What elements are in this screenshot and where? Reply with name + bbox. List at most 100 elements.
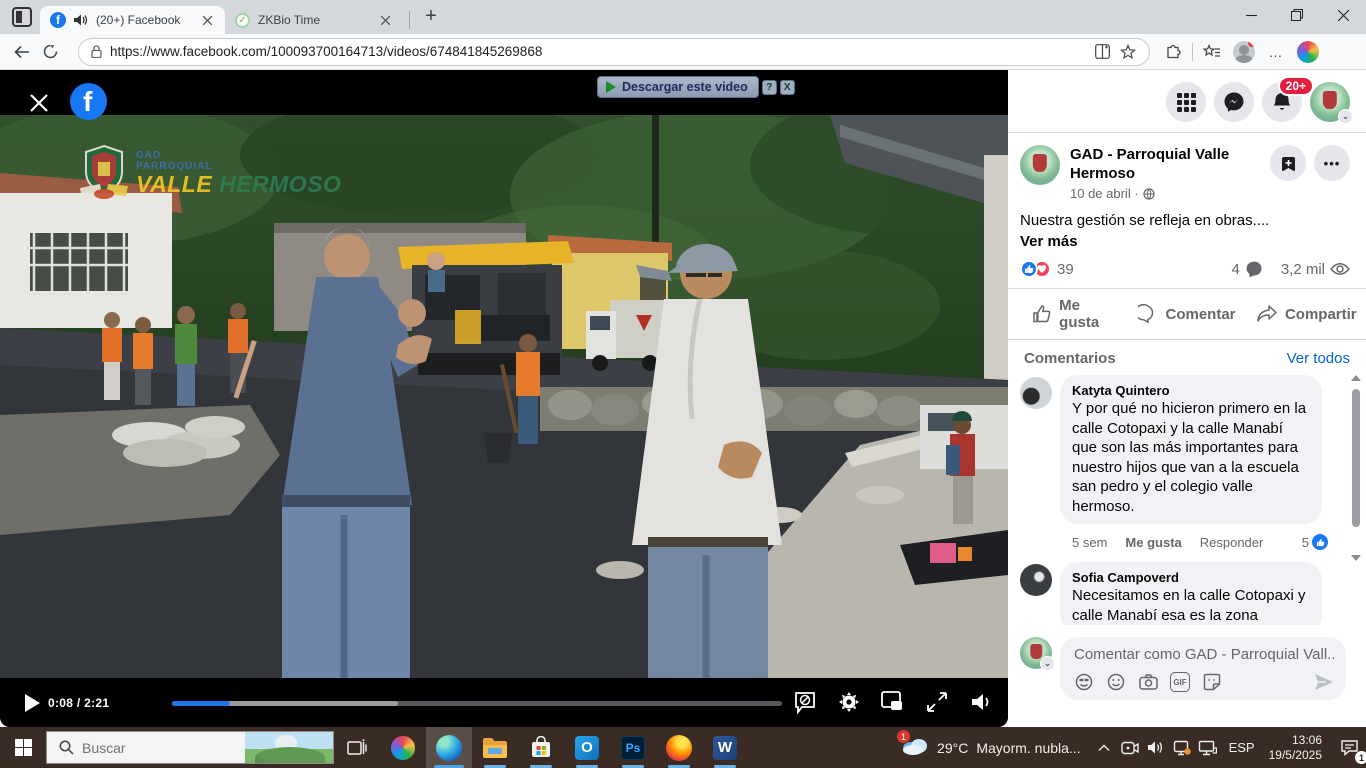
post-date[interactable]: 10 de abril ·: [1070, 186, 1270, 201]
favorite-star-icon[interactable]: [1115, 39, 1141, 65]
notification-center-button[interactable]: 1: [1332, 727, 1366, 768]
camera-icon[interactable]: [1138, 672, 1158, 692]
post-author-name[interactable]: GAD - Parroquial Valle Hermoso: [1070, 145, 1270, 183]
download-help-button[interactable]: ?: [762, 80, 777, 95]
like-button[interactable]: Me gusta: [1008, 289, 1127, 339]
facebook-logo[interactable]: f: [70, 83, 107, 120]
back-button[interactable]: [8, 38, 36, 66]
tab-title: (20+) Facebook: [96, 13, 191, 27]
language-indicator[interactable]: ESP: [1221, 740, 1263, 755]
taskbar-store-button[interactable]: [518, 727, 564, 768]
comments-scrollbar[interactable]: [1350, 375, 1362, 561]
tab-close-icon[interactable]: [377, 12, 393, 28]
scrollbar-thumb[interactable]: [1352, 389, 1360, 527]
save-video-button[interactable]: [1270, 145, 1306, 181]
settings-gear-icon[interactable]: [834, 686, 864, 718]
search-input[interactable]: [82, 740, 232, 756]
post-more-button[interactable]: •••: [1314, 145, 1350, 181]
video-close-icon[interactable]: [30, 94, 48, 112]
taskbar-explorer-button[interactable]: [472, 727, 518, 768]
sticker-icon[interactable]: [1202, 672, 1222, 692]
volume-tray-button[interactable]: [1143, 727, 1169, 768]
comment-bubble[interactable]: Katyta Quintero Y por qué no hicieron pr…: [1060, 375, 1322, 524]
split-screen-icon[interactable]: [1089, 39, 1115, 65]
profile-alert-dot: [1248, 41, 1255, 47]
taskbar-firefox-button[interactable]: [656, 727, 702, 768]
collections-icon[interactable]: [1199, 39, 1225, 65]
facebook-nav: 20+ ⌄: [1008, 70, 1366, 132]
comment-like-link[interactable]: Me gusta: [1125, 535, 1181, 550]
profile-avatar[interactable]: [1231, 39, 1257, 65]
see-more-link[interactable]: Ver más: [1020, 233, 1350, 250]
apps-menu-button[interactable]: [1166, 82, 1206, 122]
meet-now-button[interactable]: [1117, 727, 1143, 768]
network-button[interactable]: [1195, 727, 1221, 768]
commenter-avatar[interactable]: [1020, 377, 1052, 409]
composer-avatar[interactable]: ⌄: [1020, 637, 1052, 669]
gif-icon[interactable]: GIF: [1170, 672, 1190, 692]
taskbar-search[interactable]: [46, 731, 334, 764]
see-all-comments-link[interactable]: Ver todos: [1287, 350, 1350, 367]
taskbar-photoshop-button[interactable]: Ps: [610, 727, 656, 768]
refresh-button[interactable]: [36, 38, 64, 66]
post-author-avatar[interactable]: [1020, 145, 1060, 185]
comments-count[interactable]: 4: [1231, 261, 1239, 278]
search-highlight-image[interactable]: [245, 731, 333, 764]
download-close-button[interactable]: X: [780, 80, 795, 95]
tray-chevron-button[interactable]: [1091, 727, 1117, 768]
send-comment-icon[interactable]: [1314, 672, 1334, 692]
taskbar-copilot-button[interactable]: [380, 727, 426, 768]
fullscreen-icon[interactable]: [922, 686, 952, 718]
tab-close-icon[interactable]: [199, 12, 215, 28]
taskbar-clock[interactable]: 13:06 19/5/2025: [1263, 733, 1332, 763]
commenter-name[interactable]: Katyta Quintero: [1072, 383, 1310, 398]
task-view-button[interactable]: [334, 727, 380, 768]
account-avatar[interactable]: ⌄: [1310, 82, 1350, 122]
comment-like-count[interactable]: 5: [1302, 534, 1328, 550]
comments-toggle-icon[interactable]: [790, 686, 820, 718]
comment-reply-link[interactable]: Responder: [1200, 535, 1264, 550]
taskbar-outlook-button[interactable]: O: [564, 727, 610, 768]
comment-bubble[interactable]: Sofia Campoverd Necesitamos en la calle …: [1060, 562, 1322, 625]
url-bar[interactable]: https://www.facebook.com/100093700164713…: [78, 38, 1150, 66]
tab-actions-menu-icon[interactable]: [12, 7, 32, 27]
commenter-name[interactable]: Sofia Campoverd: [1072, 570, 1310, 585]
extensions-icon[interactable]: [1160, 39, 1186, 65]
tab-audio-icon[interactable]: [74, 14, 88, 26]
download-video-button[interactable]: Descargar este video: [597, 76, 759, 98]
reactions-summary[interactable]: 39: [1020, 260, 1074, 278]
tab-zkbio[interactable]: ✓ ZKBio Time: [225, 6, 403, 34]
taskbar-word-button[interactable]: W: [702, 727, 748, 768]
word-icon: W: [713, 736, 737, 760]
comment-button[interactable]: Comentar: [1127, 289, 1246, 339]
messenger-button[interactable]: [1214, 82, 1254, 122]
scroll-down-arrow[interactable]: [1351, 555, 1361, 561]
composer-box[interactable]: GIF: [1060, 637, 1346, 700]
volume-icon[interactable]: [966, 686, 996, 718]
emoji-icon[interactable]: [1106, 672, 1126, 692]
start-button[interactable]: [0, 727, 46, 768]
messenger-icon: [1223, 91, 1245, 113]
tab-facebook[interactable]: f (20+) Facebook: [40, 6, 225, 34]
share-button[interactable]: Compartir: [1247, 289, 1366, 339]
avatar-sticker-icon[interactable]: [1074, 672, 1094, 692]
comment-text: Necesitamos en la calle Cotopaxi y calle…: [1072, 586, 1310, 625]
picture-in-picture-icon[interactable]: [878, 686, 908, 718]
new-tab-button[interactable]: +: [418, 3, 444, 29]
comment-input[interactable]: [1074, 646, 1334, 663]
settings-more-icon[interactable]: …: [1263, 39, 1289, 65]
scroll-up-arrow[interactable]: [1351, 375, 1361, 381]
restore-button[interactable]: [1274, 0, 1320, 30]
url-text[interactable]: https://www.facebook.com/100093700164713…: [110, 44, 1089, 59]
notifications-button[interactable]: 20+: [1262, 82, 1302, 122]
close-button[interactable]: [1320, 0, 1366, 30]
weather-widget[interactable]: 1 29°C Mayorm. nubla...: [891, 727, 1091, 768]
copilot-icon[interactable]: [1295, 39, 1321, 65]
taskbar-edge-button[interactable]: [426, 727, 472, 768]
pending-update-button[interactable]: [1169, 727, 1195, 768]
progress-bar[interactable]: [172, 701, 782, 706]
commenter-avatar[interactable]: [1020, 564, 1052, 596]
minimize-button[interactable]: [1228, 0, 1274, 30]
play-button[interactable]: [25, 694, 40, 712]
comment-time[interactable]: 5 sem: [1072, 535, 1107, 550]
